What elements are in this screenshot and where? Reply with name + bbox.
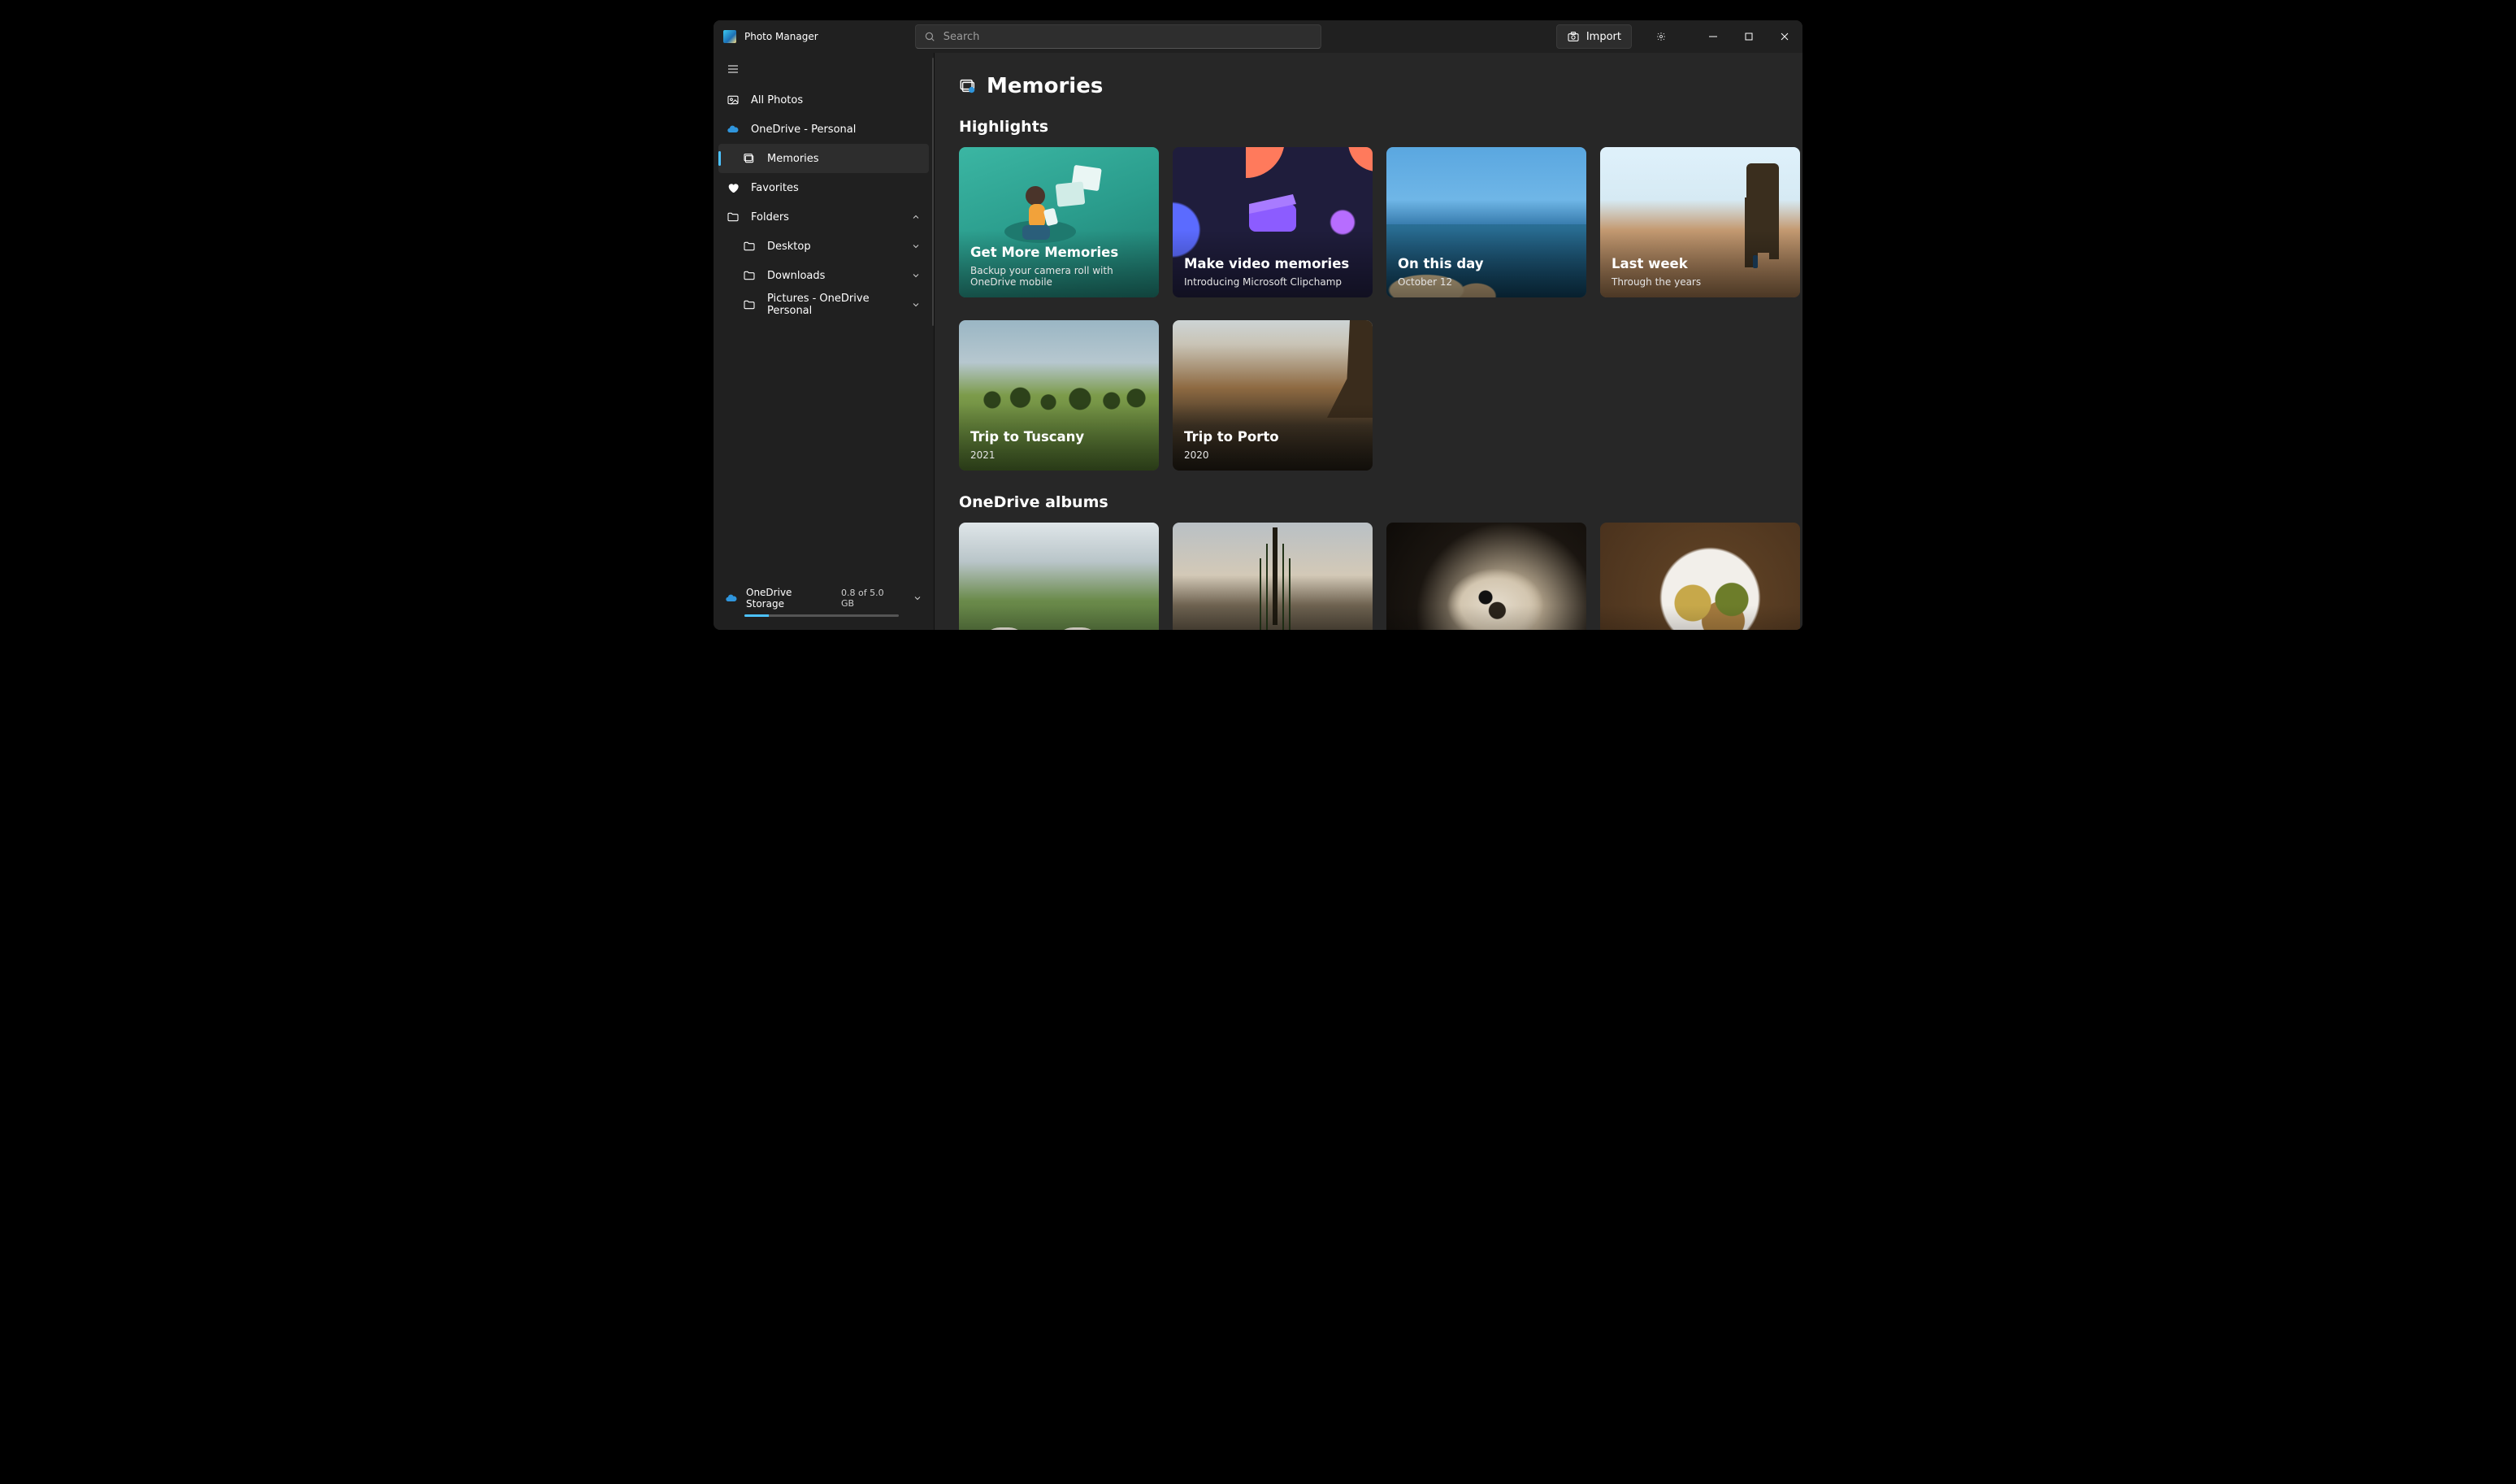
- nav-label: Downloads: [767, 270, 825, 282]
- nav-label: All Photos: [751, 94, 803, 106]
- nav-favorites[interactable]: Favorites: [718, 173, 929, 202]
- album-card-connemara[interactable]: Camping in Connemara: [959, 523, 1159, 630]
- highlight-card-tuscany[interactable]: Trip to Tuscany 2021: [959, 320, 1159, 471]
- card-title: On this day: [1398, 256, 1575, 271]
- main-content: Memories Highlights: [935, 53, 1802, 630]
- search-input[interactable]: [944, 31, 1312, 43]
- section-albums: OneDrive albums: [959, 493, 1778, 511]
- close-icon: [1780, 32, 1789, 41]
- card-subtitle: Introducing Microsoft Clipchamp: [1184, 276, 1361, 288]
- nav-label: Desktop: [767, 241, 811, 253]
- onedrive-icon: [727, 123, 740, 136]
- highlights-row-1: Get More Memories Backup your camera rol…: [959, 147, 1778, 297]
- search-icon: [924, 31, 935, 42]
- storage-label: OneDrive Storage: [746, 587, 833, 610]
- decorative-blob: [1348, 147, 1373, 171]
- close-button[interactable]: [1767, 20, 1802, 53]
- folder-icon: [743, 269, 756, 282]
- chevron-down-icon: [911, 271, 921, 280]
- folder-icon: [727, 210, 740, 223]
- heart-icon: [727, 181, 740, 194]
- nav-label: Pictures - OneDrive Personal: [767, 293, 900, 317]
- nav-onedrive-personal[interactable]: OneDrive - Personal: [718, 115, 929, 144]
- hamburger-icon: [727, 63, 740, 76]
- album-card-pets[interactable]: Pets: [1386, 523, 1586, 630]
- nav-label: Folders: [751, 211, 789, 223]
- nav-folder-pictures[interactable]: Pictures - OneDrive Personal: [718, 290, 929, 319]
- highlights-row-2: Trip to Tuscany 2021 Trip to Porto 2020: [959, 320, 1778, 471]
- card-subtitle: Through the years: [1612, 276, 1789, 288]
- storage-panel[interactable]: OneDrive Storage 0.8 of 5.0 GB: [714, 580, 934, 630]
- nav-label: Memories: [767, 153, 819, 165]
- onedrive-icon: [725, 592, 738, 605]
- card-title: Get More Memories: [970, 245, 1147, 260]
- page-title: Memories: [987, 74, 1103, 98]
- hamburger-button[interactable]: [714, 53, 934, 85]
- maximize-icon: [1744, 32, 1754, 41]
- minimize-button[interactable]: [1695, 20, 1731, 53]
- memories-icon: [743, 152, 756, 165]
- card-subtitle: October 12: [1398, 276, 1575, 288]
- card-subtitle: 2021: [970, 449, 1147, 461]
- nav-label: OneDrive - Personal: [751, 124, 856, 136]
- albums-row: Camping in Connemara Cycling Trips Pets …: [959, 523, 1778, 630]
- card-title: Trip to Porto: [1184, 429, 1361, 445]
- gear-icon: [1656, 32, 1666, 41]
- minimize-icon: [1708, 32, 1718, 41]
- body: All Photos OneDrive - Personal Memories: [714, 53, 1802, 630]
- card-subtitle: 2020: [1184, 449, 1361, 461]
- album-card-food[interactable]: Food Pics: [1600, 523, 1800, 630]
- highlight-card-last-week[interactable]: Last week Through the years: [1600, 147, 1800, 297]
- nav-folder-desktop[interactable]: Desktop: [718, 232, 929, 261]
- card-subtitle: Backup your camera roll with OneDrive mo…: [970, 265, 1147, 288]
- nav-label: Favorites: [751, 182, 799, 194]
- section-highlights: Highlights: [959, 118, 1778, 136]
- highlight-card-get-more[interactable]: Get More Memories Backup your camera rol…: [959, 147, 1159, 297]
- nav-memories[interactable]: Memories: [718, 144, 929, 173]
- nav-folders[interactable]: Folders: [718, 202, 929, 232]
- storage-usage: 0.8 of 5.0 GB: [841, 588, 900, 609]
- chevron-down-icon: [911, 241, 921, 251]
- app-title: Photo Manager: [744, 31, 818, 42]
- sidebar-scrollbar[interactable]: [932, 58, 934, 326]
- clipchamp-icon: [1244, 186, 1301, 235]
- app-window: Photo Manager Import: [714, 20, 1802, 630]
- chevron-down-icon: [911, 300, 921, 310]
- card-title: Trip to Tuscany: [970, 429, 1147, 445]
- highlight-card-porto[interactable]: Trip to Porto 2020: [1173, 320, 1373, 471]
- chevron-down-icon: [913, 593, 922, 603]
- highlight-card-clipchamp[interactable]: Make video memories Introducing Microsof…: [1173, 147, 1373, 297]
- card-title: Last week: [1612, 256, 1789, 271]
- titlebar: Photo Manager Import: [714, 20, 1802, 53]
- settings-button[interactable]: [1643, 20, 1679, 53]
- memories-page-icon: [959, 77, 977, 95]
- import-button[interactable]: Import: [1556, 24, 1632, 49]
- import-icon: [1567, 30, 1580, 43]
- chevron-up-icon: [911, 212, 921, 222]
- card-title: Make video memories: [1184, 256, 1361, 271]
- app-icon: [723, 30, 736, 43]
- folder-icon: [743, 298, 756, 311]
- nav-folder-downloads[interactable]: Downloads: [718, 261, 929, 290]
- storage-bar: [744, 614, 899, 617]
- highlight-card-on-this-day[interactable]: On this day October 12: [1386, 147, 1586, 297]
- photos-icon: [727, 93, 740, 106]
- folder-icon: [743, 240, 756, 253]
- maximize-button[interactable]: [1731, 20, 1767, 53]
- nav-all-photos[interactable]: All Photos: [718, 85, 929, 115]
- onedrive-illustration: [998, 162, 1120, 250]
- search-box[interactable]: [915, 24, 1321, 49]
- sidebar: All Photos OneDrive - Personal Memories: [714, 53, 935, 630]
- album-card-cycling[interactable]: Cycling Trips: [1173, 523, 1373, 630]
- decorative-blob: [1246, 147, 1285, 178]
- import-label: Import: [1586, 31, 1621, 43]
